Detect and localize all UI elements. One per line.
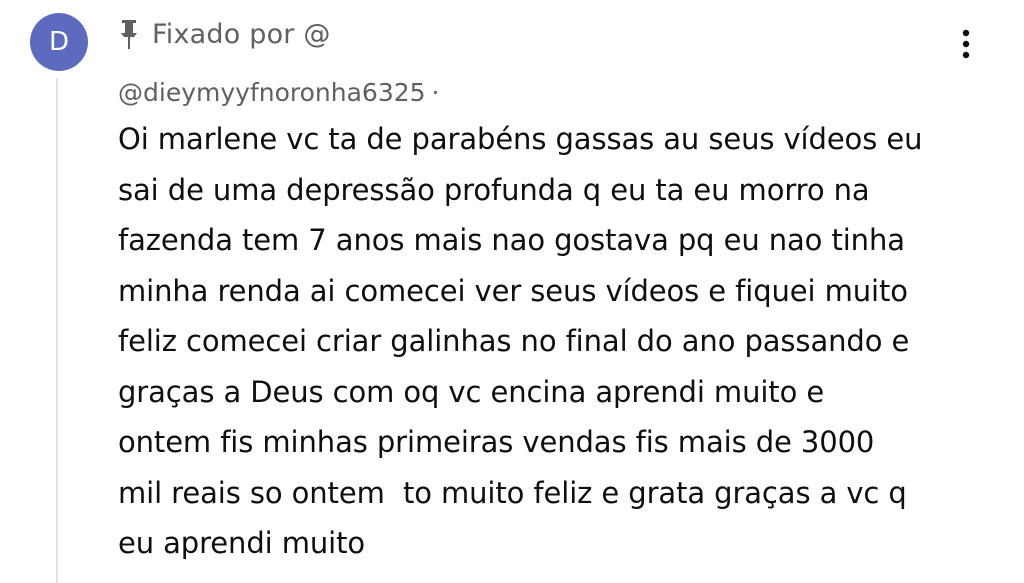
comment-line: feliz comecei criar galinhas no final do… — [118, 324, 910, 358]
comment-line: graças a Deus com oq vc encina aprendi m… — [118, 374, 825, 409]
pinned-label: Fixado por @ — [152, 18, 331, 50]
comment-line: mil reais so ontem to muito feliz e grat… — [118, 475, 907, 510]
comment-line: eu aprendi muito — [118, 526, 366, 560]
comment-line: fazenda tem 7 anos mais nao gostava pq e… — [118, 223, 905, 257]
comment-header: @dieymyyfnoronha6325 · — [118, 74, 440, 110]
avatar-initial: D — [48, 27, 70, 57]
more-options-button[interactable] — [946, 24, 986, 64]
comment-text: Oi marlene vc ta de parabéns gassas au s… — [118, 114, 998, 569]
header-separator: · — [431, 77, 440, 107]
pin-icon — [121, 20, 137, 49]
comment-line: minha renda ai comecei ver seus vídeos e… — [118, 273, 908, 308]
pinned-indicator: Fixado por @ — [118, 14, 331, 54]
more-vert-icon — [962, 29, 970, 59]
comment-line: Oi marlene vc ta de parabéns gassas au s… — [118, 122, 923, 156]
author-handle[interactable]: @dieymyyfnoronha6325 — [118, 78, 426, 107]
comment-line: sai de uma depressão profunda q eu ta eu… — [118, 172, 870, 207]
thread-line — [56, 78, 58, 583]
avatar[interactable]: D — [30, 13, 88, 71]
comment-line: ontem fis minhas primeiras vendas fis ma… — [118, 425, 875, 459]
